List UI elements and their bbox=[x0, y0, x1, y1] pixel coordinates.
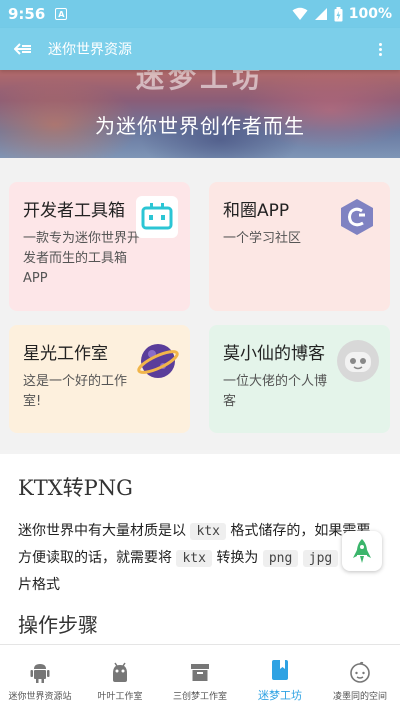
toolbox-robot-icon bbox=[136, 196, 178, 238]
inline-code: ktx bbox=[176, 550, 212, 567]
overflow-menu-button[interactable] bbox=[375, 39, 386, 60]
inline-code: ktx bbox=[190, 523, 226, 540]
archive-box-icon bbox=[189, 661, 211, 683]
android-icon bbox=[29, 661, 51, 683]
nav-item-sanchuangmeng-studio[interactable]: 三创梦工作室 bbox=[160, 645, 240, 711]
hequan-logo-icon bbox=[336, 196, 378, 238]
battery-text: 100% bbox=[348, 6, 392, 22]
bookmark-book-icon bbox=[269, 659, 291, 681]
nav-label: 三创梦工作室 bbox=[172, 691, 227, 702]
card-xingguang[interactable]: 星光工作室 这是一个好的工作室! bbox=[9, 325, 190, 433]
app-title: 迷你世界资源 bbox=[48, 42, 132, 58]
planet-icon bbox=[136, 339, 179, 381]
link-cards: 开发者工具箱 一款专为迷你世界开发者而生的工具箱APP 和圈APP 一个学习社区… bbox=[0, 158, 400, 450]
section-heading: 操作步骤 bbox=[18, 609, 382, 647]
card-dev-toolbox[interactable]: 开发者工具箱 一款专为迷你世界开发者而生的工具箱APP bbox=[9, 182, 190, 311]
inline-code: jpg bbox=[302, 550, 339, 567]
face-icon bbox=[349, 661, 371, 683]
banner-subtitle: 为迷你世界创作者而生 bbox=[95, 114, 305, 138]
article-title: KTX转PNG bbox=[18, 476, 133, 500]
nav-item-mimeng-workshop[interactable]: 迷梦工坊 bbox=[240, 645, 320, 711]
battery-icon bbox=[334, 6, 343, 21]
app-bar: 迷你世界资源 bbox=[0, 28, 400, 70]
card-description: 一位大佬的个人博客 bbox=[223, 374, 328, 409]
nav-label: 叶叶工作室 bbox=[97, 691, 143, 702]
card-hequan[interactable]: 和圈APP 一个学习社区 bbox=[209, 182, 390, 311]
status-bar: 9:56 A 100% bbox=[0, 0, 400, 28]
nav-label: 凌墨同的空间 bbox=[332, 691, 387, 702]
robot-avatar-icon bbox=[336, 339, 379, 382]
text-segment: 迷你世界中有大量材质是以 bbox=[18, 523, 186, 539]
notification-icon: A bbox=[55, 8, 68, 20]
back-button[interactable] bbox=[14, 42, 32, 56]
wifi-icon bbox=[292, 7, 308, 20]
android-head-icon bbox=[109, 661, 131, 683]
nav-item-yeye-studio[interactable]: 叶叶工作室 bbox=[80, 645, 160, 711]
status-time: 9:56 bbox=[8, 5, 46, 23]
back-arrow-icon bbox=[14, 43, 31, 55]
inline-code: png bbox=[262, 550, 299, 567]
text-segment: 转换为 bbox=[216, 550, 259, 566]
article-paragraph: 迷你世界中有大量材质是以 ktx 格式储存的，如果需要方便读取的话，就需要将 k… bbox=[18, 518, 382, 599]
card-moxiaoxian-blog[interactable]: 莫小仙的博客 一位大佬的个人博客 bbox=[209, 325, 390, 433]
rocket-icon bbox=[353, 539, 371, 563]
signal-icon bbox=[314, 8, 327, 20]
card-description: 一款专为迷你世界开发者而生的工具箱APP bbox=[23, 231, 141, 286]
rocket-fab-button[interactable] bbox=[342, 531, 382, 571]
nav-label: 迷你世界资源站 bbox=[8, 691, 72, 702]
article-section: KTX转PNG 迷你世界中有大量材质是以 ktx 格式储存的，如果需要方便读取的… bbox=[0, 454, 400, 647]
card-description: 这是一个好的工作室! bbox=[23, 374, 128, 409]
status-icons: 100% bbox=[292, 6, 392, 22]
nav-item-resource-site[interactable]: 迷你世界资源站 bbox=[0, 645, 80, 711]
bottom-navigation: 迷你世界资源站 叶叶工作室 三创梦工作室 迷梦工坊 凌墨同的空间 bbox=[0, 644, 400, 711]
nav-label: 迷梦工坊 bbox=[258, 689, 302, 702]
banner-title: 迷梦工坊 bbox=[135, 70, 264, 94]
nav-item-lingmo-space[interactable]: 凌墨同的空间 bbox=[320, 645, 400, 711]
hero-banner: 迷梦工坊 为迷你世界创作者而生 bbox=[0, 70, 400, 158]
